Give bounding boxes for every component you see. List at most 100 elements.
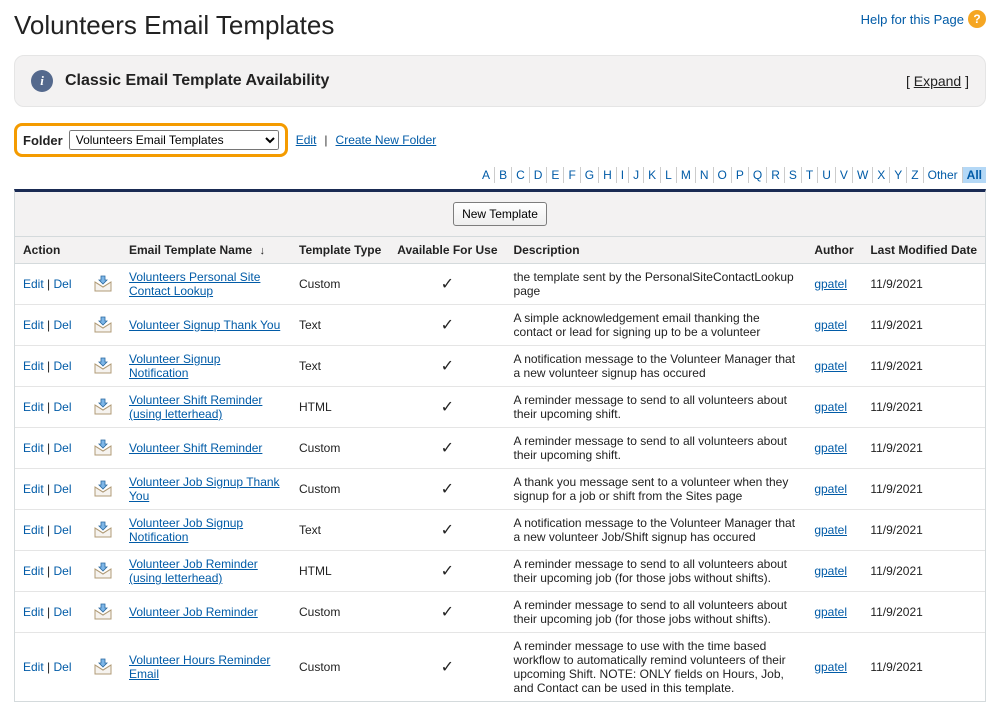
alpha-letter[interactable]: A xyxy=(478,167,495,183)
author-link[interactable]: gpatel xyxy=(814,318,847,332)
alpha-letter[interactable]: G xyxy=(581,167,599,183)
template-name-link[interactable]: Volunteer Job Reminder xyxy=(129,605,258,619)
author-link[interactable]: gpatel xyxy=(814,482,847,496)
alpha-bar: ABCDEFGHIJKLMNOPQRSTUVWXYZOtherAll xyxy=(14,165,986,189)
row-edit-link[interactable]: Edit xyxy=(23,660,44,674)
row-edit-link[interactable]: Edit xyxy=(23,400,44,414)
modified-date: 11/9/2021 xyxy=(862,387,985,428)
row-delete-link[interactable]: Del xyxy=(53,441,71,455)
template-name-link[interactable]: Volunteer Job Signup Notification xyxy=(129,516,243,544)
template-name-link[interactable]: Volunteer Job Reminder (using letterhead… xyxy=(129,557,258,585)
row-edit-link[interactable]: Edit xyxy=(23,605,44,619)
author-link[interactable]: gpatel xyxy=(814,441,847,455)
template-name-link[interactable]: Volunteer Signup Thank You xyxy=(129,318,280,332)
row-edit-link[interactable]: Edit xyxy=(23,564,44,578)
alpha-letter[interactable]: B xyxy=(495,167,512,183)
author-link[interactable]: gpatel xyxy=(814,605,847,619)
expand-open: [ xyxy=(906,73,914,89)
row-edit-link[interactable]: Edit xyxy=(23,359,44,373)
template-name-link[interactable]: Volunteer Shift Reminder xyxy=(129,441,262,455)
alpha-letter[interactable]: R xyxy=(767,167,785,183)
row-edit-link[interactable]: Edit xyxy=(23,277,44,291)
alpha-other[interactable]: Other xyxy=(924,167,963,183)
alpha-letter[interactable]: Q xyxy=(749,167,767,183)
page-title: Volunteers Email Templates xyxy=(14,10,334,41)
alpha-all[interactable]: All xyxy=(963,167,986,183)
alpha-letter[interactable]: N xyxy=(696,167,714,183)
template-name-link[interactable]: Volunteer Hours Reminder Email xyxy=(129,653,270,681)
template-name-link[interactable]: Volunteers Personal Site Contact Lookup xyxy=(129,270,260,298)
alpha-letter[interactable]: E xyxy=(547,167,564,183)
table-row: Edit | DelVolunteer Job Signup Notificat… xyxy=(15,510,985,551)
row-edit-link[interactable]: Edit xyxy=(23,318,44,332)
alpha-letter[interactable]: D xyxy=(530,167,548,183)
row-delete-link[interactable]: Del xyxy=(53,400,71,414)
author-link[interactable]: gpatel xyxy=(814,564,847,578)
row-edit-link[interactable]: Edit xyxy=(23,523,44,537)
col-type[interactable]: Template Type xyxy=(291,237,389,264)
row-delete-link[interactable]: Del xyxy=(53,523,71,537)
row-delete-link[interactable]: Del xyxy=(53,318,71,332)
template-type: Custom xyxy=(291,592,389,633)
expand-link[interactable]: Expand xyxy=(914,73,961,89)
mail-download-icon xyxy=(93,397,113,417)
row-edit-link[interactable]: Edit xyxy=(23,482,44,496)
alpha-letter[interactable]: Z xyxy=(907,167,923,183)
alpha-letter[interactable]: V xyxy=(836,167,853,183)
row-delete-link[interactable]: Del xyxy=(53,277,71,291)
author-link[interactable]: gpatel xyxy=(814,400,847,414)
row-sep: | xyxy=(44,441,54,455)
row-delete-link[interactable]: Del xyxy=(53,564,71,578)
alpha-letter[interactable]: L xyxy=(661,167,677,183)
row-delete-link[interactable]: Del xyxy=(53,482,71,496)
alpha-letter[interactable]: W xyxy=(853,167,873,183)
template-name-link[interactable]: Volunteer Signup Notification xyxy=(129,352,220,380)
alpha-letter[interactable]: C xyxy=(512,167,530,183)
modified-date: 11/9/2021 xyxy=(862,469,985,510)
new-template-button[interactable]: New Template xyxy=(453,202,547,226)
col-name[interactable]: Email Template Name ↓ xyxy=(121,237,291,264)
alpha-letter[interactable]: P xyxy=(732,167,749,183)
row-sep: | xyxy=(44,482,54,496)
sort-desc-icon: ↓ xyxy=(260,245,266,257)
row-delete-link[interactable]: Del xyxy=(53,359,71,373)
table-row: Edit | Del Volunteer Job Signup Thank You… xyxy=(15,469,985,510)
row-sep: | xyxy=(44,318,54,332)
alpha-letter[interactable]: O xyxy=(714,167,732,183)
col-author[interactable]: Author xyxy=(806,237,862,264)
alpha-letter[interactable]: U xyxy=(818,167,836,183)
edit-folder-link[interactable]: Edit xyxy=(296,133,317,147)
row-delete-link[interactable]: Del xyxy=(53,660,71,674)
author-link[interactable]: gpatel xyxy=(814,660,847,674)
alpha-letter[interactable]: S xyxy=(785,167,802,183)
table-row: Edit | DelVolunteers Personal Site Conta… xyxy=(15,264,985,305)
create-folder-link[interactable]: Create New Folder xyxy=(336,133,437,147)
alpha-letter[interactable]: J xyxy=(629,167,644,183)
alpha-letter[interactable]: M xyxy=(677,167,696,183)
template-name-link[interactable]: Volunteer Shift Reminder (using letterhe… xyxy=(129,393,262,421)
alpha-letter[interactable]: X xyxy=(873,167,890,183)
table-row: Edit | DelVolunteer Signup NotificationT… xyxy=(15,346,985,387)
author-link[interactable]: gpatel xyxy=(814,277,847,291)
folder-select[interactable]: Volunteers Email Templates xyxy=(69,130,279,150)
alpha-letter[interactable]: I xyxy=(617,167,629,183)
template-description: the template sent by the PersonalSiteCon… xyxy=(506,264,807,305)
alpha-letter[interactable]: H xyxy=(599,167,617,183)
table-row: Edit | Del Volunteer Hours Reminder Email… xyxy=(15,633,985,702)
template-name-link[interactable]: Volunteer Job Signup Thank You xyxy=(129,475,280,503)
alpha-letter[interactable]: Y xyxy=(890,167,907,183)
row-delete-link[interactable]: Del xyxy=(53,605,71,619)
col-name-label: Email Template Name xyxy=(129,243,252,257)
alpha-letter[interactable]: T xyxy=(802,167,818,183)
alpha-letter[interactable]: F xyxy=(564,167,580,183)
help-link[interactable]: Help for this Page ? xyxy=(861,10,986,28)
author-link[interactable]: gpatel xyxy=(814,523,847,537)
col-modified[interactable]: Last Modified Date xyxy=(862,237,985,264)
col-available[interactable]: Available For Use xyxy=(389,237,505,264)
row-sep: | xyxy=(44,660,54,674)
alpha-letter[interactable]: K xyxy=(644,167,661,183)
col-description[interactable]: Description xyxy=(506,237,807,264)
row-edit-link[interactable]: Edit xyxy=(23,441,44,455)
mail-download-icon xyxy=(93,274,113,294)
author-link[interactable]: gpatel xyxy=(814,359,847,373)
